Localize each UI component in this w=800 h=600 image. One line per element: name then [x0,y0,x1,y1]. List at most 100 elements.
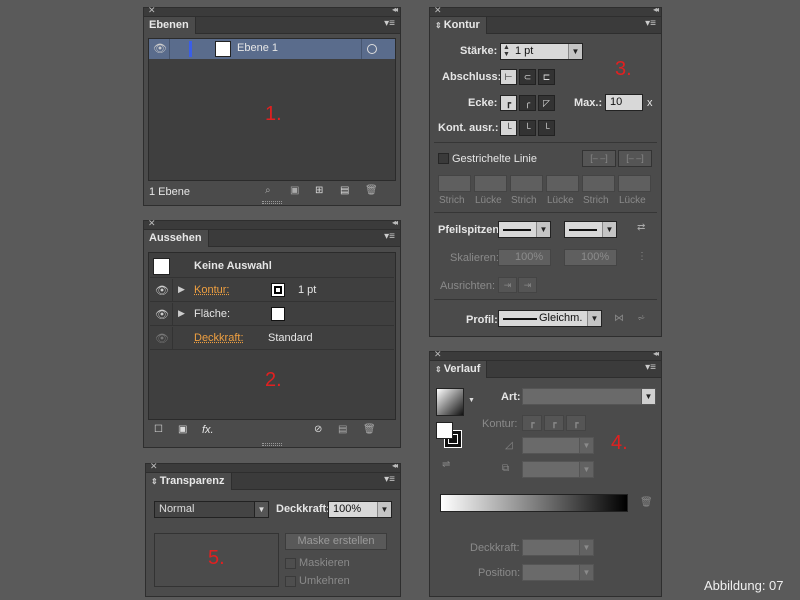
arrow-tip-extend-button[interactable]: ⇥ [498,277,517,293]
duplicate-item-icon[interactable]: ▤ [338,424,347,435]
stop-opacity-field[interactable]: ▼ [522,539,594,556]
dash-field[interactable] [510,175,543,192]
panel-menu-icon[interactable]: ▾≡ [384,18,395,29]
aspect-ratio-field[interactable]: ▼ [522,461,594,478]
scale-start-field[interactable]: 100% [498,249,551,266]
chevron-down-icon[interactable]: ▼ [377,502,391,517]
stepper-arrows-icon[interactable]: ▲ ▼ [503,44,510,58]
arrowhead-end-select[interactable]: ▼ [564,221,617,238]
umkehren-checkbox[interactable] [285,576,296,587]
collapse-icon[interactable]: ◂◂ [653,349,659,358]
round-cap-button[interactable]: ⊂ [519,69,536,85]
bevel-join-button[interactable]: ◸ [538,95,555,111]
layer-name[interactable]: Ebene 1 [237,42,278,54]
eye-icon[interactable]: 👁 [153,42,167,55]
scale-end-field[interactable]: 100% [564,249,617,266]
gradient-slider[interactable] [440,494,628,512]
make-clipmask-icon[interactable]: ▣ [290,185,299,196]
list-item-kontur[interactable]: 👁 ▶ Kontur: 1 pt [150,279,394,302]
add-new-stroke-icon[interactable]: ☐ [154,424,163,435]
close-icon[interactable]: ✕ [148,218,156,229]
expand-triangle-icon[interactable]: ▶ [178,284,185,295]
profile-select[interactable]: Gleichm. ▼ [498,310,602,327]
gradient-within-stroke-button[interactable]: ┏ [522,415,542,431]
resize-grip[interactable] [262,443,282,446]
fill-stroke-indicator[interactable] [436,422,464,450]
gap-field[interactable] [546,175,579,192]
stroke-swatch[interactable] [271,283,285,297]
arrowhead-start-select[interactable]: ▼ [498,221,551,238]
reverse-gradient-icon[interactable]: ⇌ [442,459,450,470]
butt-cap-button[interactable]: ⊢ [500,69,517,85]
tab-ebenen[interactable]: Ebenen [144,17,196,34]
gradient-across-stroke-button[interactable]: ┏ [566,415,586,431]
chevron-down-icon[interactable]: ▼ [468,397,475,404]
panel-titlebar[interactable]: ✕ ◂◂ [146,461,400,473]
eye-icon[interactable]: 👁 [155,308,169,321]
stroke-weight-field[interactable]: ▲ ▼ 1 pt ▼ [500,43,583,60]
new-layer-icon[interactable]: ▤ [340,185,349,196]
collapse-icon[interactable]: ◂◂ [653,5,659,14]
target-circle-icon[interactable] [367,44,377,54]
trash-icon[interactable]: 🗑 [640,497,653,508]
kontur-link[interactable]: Kontur: [194,284,229,296]
collapse-icon[interactable]: ◂◂ [392,218,398,227]
tab-aussehen[interactable]: Aussehen [144,230,209,247]
align-center-button[interactable]: └ [500,120,517,136]
dashed-line-checkbox[interactable] [438,153,449,164]
align-dash-corners-button[interactable]: [‒ ‒] [618,150,652,167]
gradient-along-stroke-button[interactable]: ┏ [544,415,564,431]
fill-swatch[interactable] [271,307,285,321]
dash-field[interactable] [582,175,615,192]
tab-options-icon[interactable]: ⇕ [435,365,442,374]
close-icon[interactable]: ✕ [434,349,442,360]
new-sublayer-icon[interactable]: ⊞ [315,185,323,196]
clear-appearance-icon[interactable]: ⊘ [314,424,322,435]
flip-horizontal-icon[interactable]: ⋈ [614,313,624,324]
align-outside-button[interactable]: └ [538,120,555,136]
deckkraft-link[interactable]: Deckkraft: [194,332,244,344]
angle-field[interactable]: ▼ [522,437,594,454]
layer-row[interactable]: 👁 Ebene 1 [149,39,395,59]
flip-vertical-icon[interactable]: ⩫ [637,313,645,324]
list-item-flaeche[interactable]: 👁 ▶ Fläche: [150,303,394,326]
tab-verlauf[interactable]: ⇕ Verlauf [430,361,488,378]
trash-icon[interactable]: 🗑 [365,185,378,196]
stop-position-field[interactable]: ▼ [522,564,594,581]
collapse-icon[interactable]: ◂◂ [392,5,398,14]
arrow-tip-place-button[interactable]: ⇥ [518,277,537,293]
panel-menu-icon[interactable]: ▾≡ [384,231,395,242]
list-item-deckkraft[interactable]: 👁 Deckkraft: Standard [150,327,394,350]
eye-icon[interactable]: 👁 [155,332,169,345]
close-icon[interactable]: ✕ [150,461,158,472]
link-scale-icon[interactable]: ⋮ [637,251,647,262]
align-inside-button[interactable]: └ [519,120,536,136]
trash-icon[interactable]: 🗑 [363,424,376,435]
fill-indicator[interactable] [436,422,453,439]
gradient-preview-swatch[interactable] [436,388,464,416]
opacity-field[interactable]: 100% ▼ [328,501,392,518]
projecting-cap-button[interactable]: ⊏ [538,69,555,85]
preserve-dash-button[interactable]: [‒ ‒] [582,150,616,167]
add-new-fill-icon[interactable]: ▣ [178,424,187,435]
maskieren-checkbox[interactable] [285,558,296,569]
resize-grip[interactable] [262,201,282,204]
tab-kontur[interactable]: ⇕ Kontur [430,17,487,34]
panel-titlebar[interactable]: ✕ ◂◂ [430,349,661,361]
dash-field[interactable] [438,175,471,192]
panel-menu-icon[interactable]: ▾≡ [645,362,656,373]
close-icon[interactable]: ✕ [434,5,442,16]
search-icon[interactable]: ⌕ [265,185,271,196]
panel-titlebar[interactable]: ✕ ◂◂ [144,218,400,230]
fx-button[interactable]: fx. [202,424,214,436]
expand-triangle-icon[interactable]: ▶ [178,308,185,319]
lock-column[interactable] [170,39,190,59]
round-join-button[interactable]: ╭ [519,95,536,111]
chevron-down-icon[interactable]: ▼ [568,44,582,59]
miter-limit-field[interactable]: 10 [605,94,643,111]
tab-transparenz[interactable]: ⇕ Transparenz [146,473,232,490]
panel-titlebar[interactable]: ✕ ◂◂ [144,5,400,17]
swap-arrows-icon[interactable]: ⇄ [637,222,645,233]
gradient-type-select[interactable]: ▼ [522,388,656,405]
eye-icon[interactable]: 👁 [155,284,169,297]
